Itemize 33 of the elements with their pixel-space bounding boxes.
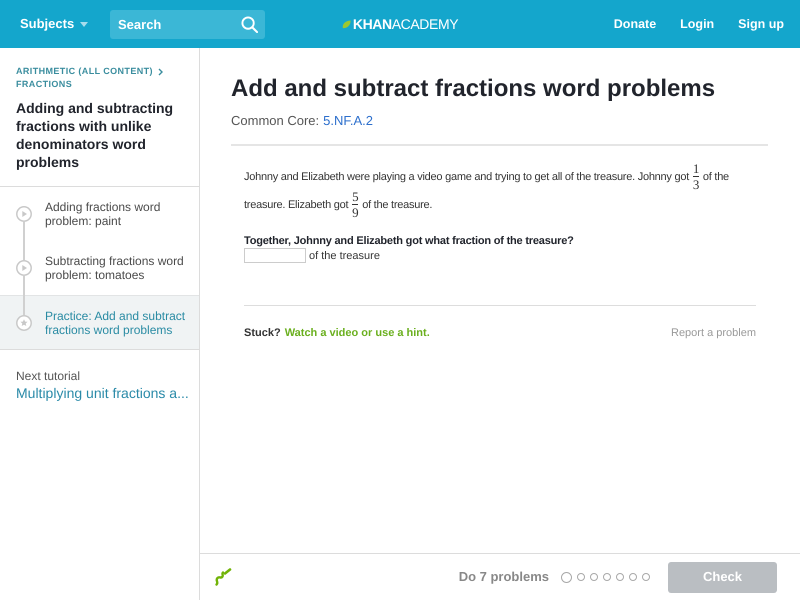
- stuck-label: Stuck?: [244, 326, 281, 340]
- standard-link[interactable]: 5.NF.A.2: [323, 112, 373, 130]
- question-text: Together, Johnny and Elizabeth got what fraction of the treasure?: [244, 234, 575, 248]
- goal-text: Do 7 problems: [458, 568, 549, 586]
- search-icon[interactable]: [241, 16, 258, 32]
- play-icon: [16, 260, 32, 276]
- breadcrumb-link[interactable]: ARITHMETIC (ALL CONTENT): [16, 66, 153, 77]
- breadcrumb-link[interactable]: FRACTIONS: [16, 79, 72, 90]
- subjects-button[interactable]: Subjects: [20, 14, 88, 34]
- answer-field[interactable]: [244, 248, 306, 263]
- standard-label: Common Core:: [231, 112, 320, 130]
- next-tutorial-label: Next tutorial: [16, 369, 82, 384]
- lesson-item[interactable]: Adding fractions word problem: paint: [0, 187, 199, 241]
- hint-link[interactable]: Watch a video or use a hint.: [284, 326, 430, 340]
- exercise-title: Add and subtract fractions word problems: [231, 74, 716, 104]
- connector-line: [23, 276, 25, 315]
- caret-icon: [80, 22, 88, 26]
- tutorial-title: Adding and subtracting fractions with unlike denominators word problems: [16, 99, 174, 171]
- leaf-icon: [342, 20, 351, 28]
- logo-text[interactable]: KHANACADEMY: [352, 15, 458, 33]
- lesson-item[interactable]: Subtracting fractions word problem: tomatoes: [0, 241, 199, 295]
- answer-unit: of the treasure: [309, 248, 380, 262]
- chevron-icon: [158, 68, 163, 76]
- nav-link[interactable]: Sign up: [738, 15, 784, 33]
- nav-link[interactable]: Donate: [614, 15, 656, 33]
- nav-link[interactable]: Login: [680, 15, 714, 33]
- play-icon: [16, 206, 32, 222]
- report-link[interactable]: Report a problem: [671, 326, 756, 340]
- next-tutorial-link[interactable]: Multiplying unit fractions a...: [16, 384, 191, 402]
- search-field[interactable]: Search: [110, 10, 265, 38]
- lesson-item[interactable]: Practice: Add and subtract fractions word problems: [0, 295, 199, 349]
- squiggle-icon[interactable]: [213, 567, 233, 587]
- connector-line: [23, 222, 25, 260]
